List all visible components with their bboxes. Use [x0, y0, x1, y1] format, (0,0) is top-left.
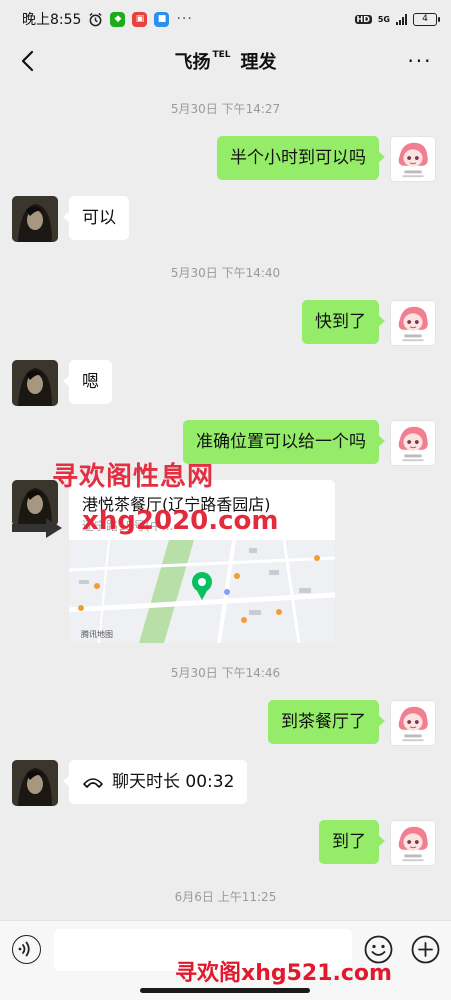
- message-input[interactable]: [54, 929, 352, 971]
- back-button[interactable]: [12, 46, 42, 76]
- message-row: 准确位置可以给一个吗: [183, 420, 436, 466]
- map-image: [69, 539, 335, 643]
- plus-icon: [411, 935, 440, 964]
- message-row: 可以: [12, 196, 129, 242]
- portrait-avatar-image: [12, 196, 58, 242]
- timestamp: 5月30日 下午14:40: [170, 266, 281, 280]
- status-time: 晚上8:55: [22, 12, 82, 28]
- alarm-icon: [89, 12, 103, 26]
- location-map[interactable]: 腾讯地图: [69, 539, 335, 643]
- message-row: 嗯: [12, 360, 112, 406]
- message-list: 5月30日 下午14:27 半个小时到可以吗 可以 5月30日 下午14:40 …: [0, 84, 451, 920]
- location-name: 港悦茶餐厅(辽宁路香园店): [82, 495, 271, 514]
- home-indicator[interactable]: [140, 988, 310, 993]
- more-dots-icon: ···: [407, 49, 433, 73]
- app-notification-icon: ▣: [132, 11, 148, 27]
- anime-avatar-image: [391, 821, 435, 865]
- message-bubble[interactable]: 嗯: [63, 360, 112, 404]
- message-row: 到茶餐厅了: [268, 700, 436, 746]
- message-bubble[interactable]: 快到了: [302, 300, 385, 344]
- contact-name-suffix: 理发: [240, 52, 277, 73]
- timestamp: 6月6日 上午11:25: [174, 890, 277, 904]
- chevron-left-icon: [21, 50, 34, 72]
- chat-title: 飞扬 TEL 理发: [174, 48, 276, 74]
- friend-avatar[interactable]: [12, 760, 58, 806]
- message-bubble[interactable]: 到茶餐厅了: [268, 700, 385, 744]
- portrait-avatar-image: [12, 360, 58, 406]
- message-bubble[interactable]: 准确位置可以给一个吗: [183, 420, 385, 464]
- portrait-avatar-image: [12, 760, 58, 806]
- signal-icon: [396, 13, 407, 25]
- battery-icon: 4: [413, 12, 440, 26]
- friend-avatar[interactable]: [12, 196, 58, 242]
- more-button[interactable]: ···: [405, 46, 435, 76]
- location-address: 辽宁路15号(中...: [82, 519, 174, 533]
- arrow-right-icon: [12, 518, 62, 538]
- app-notification-icon: ◆: [110, 11, 126, 27]
- message-row: 快到了: [302, 300, 436, 346]
- self-avatar[interactable]: [390, 700, 436, 746]
- call-duration: 聊天时长 00:32: [112, 772, 235, 792]
- timestamp: 5月30日 下午14:46: [170, 666, 281, 680]
- voice-button[interactable]: [12, 935, 41, 964]
- battery-level: 4: [422, 14, 428, 24]
- self-avatar[interactable]: [390, 136, 436, 182]
- more-notifications-icon: ···: [176, 11, 193, 27]
- emoji-icon: [364, 935, 393, 964]
- location-card[interactable]: 港悦茶餐厅(辽宁路香园店) 辽宁路15号(中... 腾讯地图: [69, 480, 335, 643]
- app-notification-icon: ■: [154, 11, 170, 27]
- message-row: 到了: [319, 820, 436, 866]
- message-bubble[interactable]: 到了: [319, 820, 385, 864]
- message-bubble[interactable]: 可以: [63, 196, 129, 240]
- anime-avatar-image: [391, 421, 435, 465]
- status-bar: 晚上8:55 ◆ ▣ ■ ··· HD 5G 4: [0, 0, 451, 38]
- anime-avatar-image: [391, 701, 435, 745]
- self-avatar[interactable]: [390, 820, 436, 866]
- self-avatar[interactable]: [390, 420, 436, 466]
- network-type: 5G: [377, 14, 390, 24]
- message-bubble[interactable]: 半个小时到可以吗: [217, 136, 385, 180]
- timestamp: 5月30日 下午14:27: [170, 102, 281, 116]
- voice-icon: [18, 941, 30, 957]
- call-record-bubble[interactable]: 聊天时长 00:32: [62, 760, 248, 804]
- phone-hangup-icon: [83, 778, 103, 788]
- anime-avatar-image: [391, 301, 435, 345]
- message-row: 港悦茶餐厅(辽宁路香园店) 辽宁路15号(中... 腾讯地图: [12, 480, 335, 643]
- self-avatar[interactable]: [390, 300, 436, 346]
- anime-avatar-image: [391, 137, 435, 181]
- hd-badge: HD: [354, 14, 372, 24]
- map-provider-label: 腾讯地图: [81, 630, 113, 639]
- contact-name-sup: TEL: [212, 50, 231, 60]
- plus-button[interactable]: [411, 935, 440, 964]
- contact-name: 飞扬: [174, 52, 211, 73]
- chat-header: 飞扬 TEL 理发 ···: [0, 38, 451, 84]
- friend-avatar[interactable]: [12, 360, 58, 406]
- message-row: 半个小时到可以吗: [217, 136, 436, 182]
- emoji-button[interactable]: [364, 935, 393, 964]
- message-row: 聊天时长 00:32: [12, 760, 248, 806]
